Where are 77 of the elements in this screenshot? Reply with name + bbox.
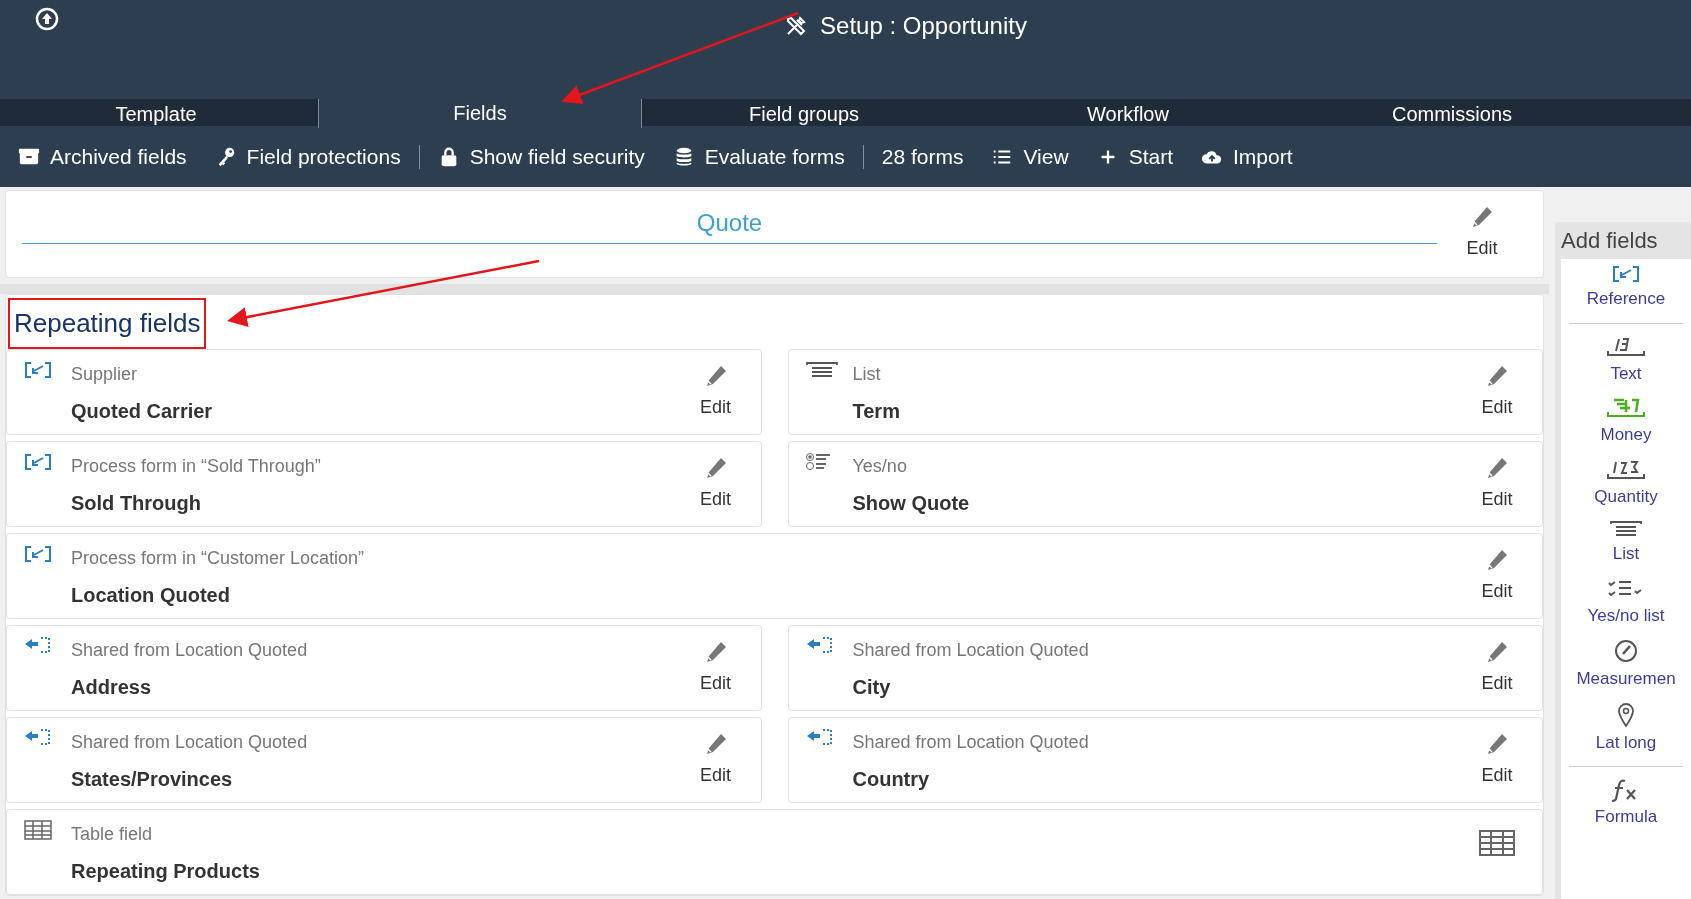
tab[interactable]: Workflow (966, 99, 1290, 129)
sidebar-title: Add fields (1560, 227, 1659, 255)
edit-button[interactable]: Edit (670, 350, 761, 421)
field-name: Country (852, 767, 931, 792)
field-name: Repeating Products (71, 859, 261, 884)
toolbar-button[interactable]: Import (1191, 140, 1303, 173)
field-type: Table field (71, 823, 154, 846)
table-icon (23, 820, 53, 840)
add-field-item[interactable]: Formula (1561, 773, 1691, 835)
tab[interactable]: Field groups (642, 99, 966, 129)
edit-button[interactable]: Edit (670, 626, 761, 697)
field-name: Sold Through (71, 491, 202, 516)
field-name: Quoted Carrier (71, 399, 214, 424)
pencil-icon (1485, 732, 1509, 756)
toolbar-button[interactable]: View (981, 140, 1079, 173)
list-icon (1609, 519, 1643, 539)
field-name: Location Quoted (71, 583, 231, 608)
pencil-icon (1485, 364, 1509, 388)
field-type: List (852, 363, 882, 386)
field-type: Process form in “Customer Location” (71, 547, 366, 570)
pencil-icon (1485, 640, 1509, 664)
add-field-item[interactable]: Text (1561, 329, 1691, 391)
field-name: Term (852, 399, 901, 424)
field-type: Shared from Location Quoted (852, 639, 1090, 662)
map-pin-icon (1616, 701, 1636, 728)
tab[interactable]: Fields (318, 97, 642, 128)
toolbar-button[interactable]: Start (1086, 140, 1183, 173)
edit-button[interactable]: Edit (1452, 626, 1542, 697)
add-field-item[interactable]: Yes/no list (1561, 571, 1691, 633)
field-type: Shared from Location Quoted (71, 639, 309, 662)
money-field-icon (1606, 396, 1646, 420)
reference-icon (23, 360, 53, 380)
field-name: States/Provinces (71, 767, 234, 792)
toolbar-button[interactable]: 28 forms (871, 140, 974, 173)
add-field-item[interactable]: Lat long (1561, 696, 1691, 760)
pencil-icon (1485, 456, 1509, 480)
section-title: Quote (695, 208, 764, 238)
edit-button[interactable]: Edit (670, 442, 761, 513)
field-name: Show Quote (852, 491, 971, 516)
add-field-item[interactable]: Measuremen (1561, 633, 1691, 697)
tab[interactable]: Commissions (1290, 99, 1614, 129)
edit-button[interactable]: Edit (670, 718, 761, 789)
shared-field-icon (23, 636, 53, 656)
field-name: City (852, 675, 892, 700)
field-name: Address (71, 675, 153, 700)
section-title: Repeating fields (8, 297, 207, 349)
reference-icon (23, 452, 53, 472)
field-type: Process form in “Sold Through” (71, 455, 322, 478)
toolbar-button[interactable]: Field protections (204, 140, 411, 173)
pencil-icon (1470, 205, 1494, 229)
edit-button[interactable]: Edit (1437, 191, 1527, 262)
field-type: Shared from Location Quoted (852, 731, 1090, 754)
toolbar-button[interactable]: Evaluate forms (662, 140, 855, 173)
add-field-item[interactable]: Quantity (1561, 452, 1691, 514)
reference-icon (1611, 264, 1641, 284)
add-field-item[interactable]: Reference (1561, 259, 1691, 317)
list-icon (804, 360, 839, 380)
toolbar-button[interactable]: Show field security (427, 140, 655, 173)
edit-button[interactable]: Edit (1452, 534, 1542, 605)
tab[interactable]: Template (0, 99, 318, 129)
edit-button[interactable]: Edit (1452, 718, 1542, 789)
gauge-icon (1613, 638, 1639, 664)
edit-button[interactable]: Edit (1452, 442, 1542, 513)
shared-field-icon (23, 728, 53, 748)
tools-icon (784, 14, 809, 38)
field-type: Supplier (71, 363, 139, 386)
toolbar-button[interactable]: Archived fields (8, 140, 197, 173)
edit-button[interactable]: Edit (1452, 350, 1542, 421)
reference-icon (23, 544, 53, 564)
add-field-item[interactable]: Money (1561, 391, 1691, 453)
upload-icon[interactable] (35, 7, 59, 31)
pencil-icon (1485, 548, 1509, 572)
page-title: Setup : Opportunity (820, 11, 1027, 41)
add-field-item[interactable]: List (1561, 514, 1691, 572)
field-type: Yes/no (852, 455, 908, 478)
table-icon[interactable] (1479, 830, 1515, 856)
field-type: Shared from Location Quoted (71, 731, 309, 754)
